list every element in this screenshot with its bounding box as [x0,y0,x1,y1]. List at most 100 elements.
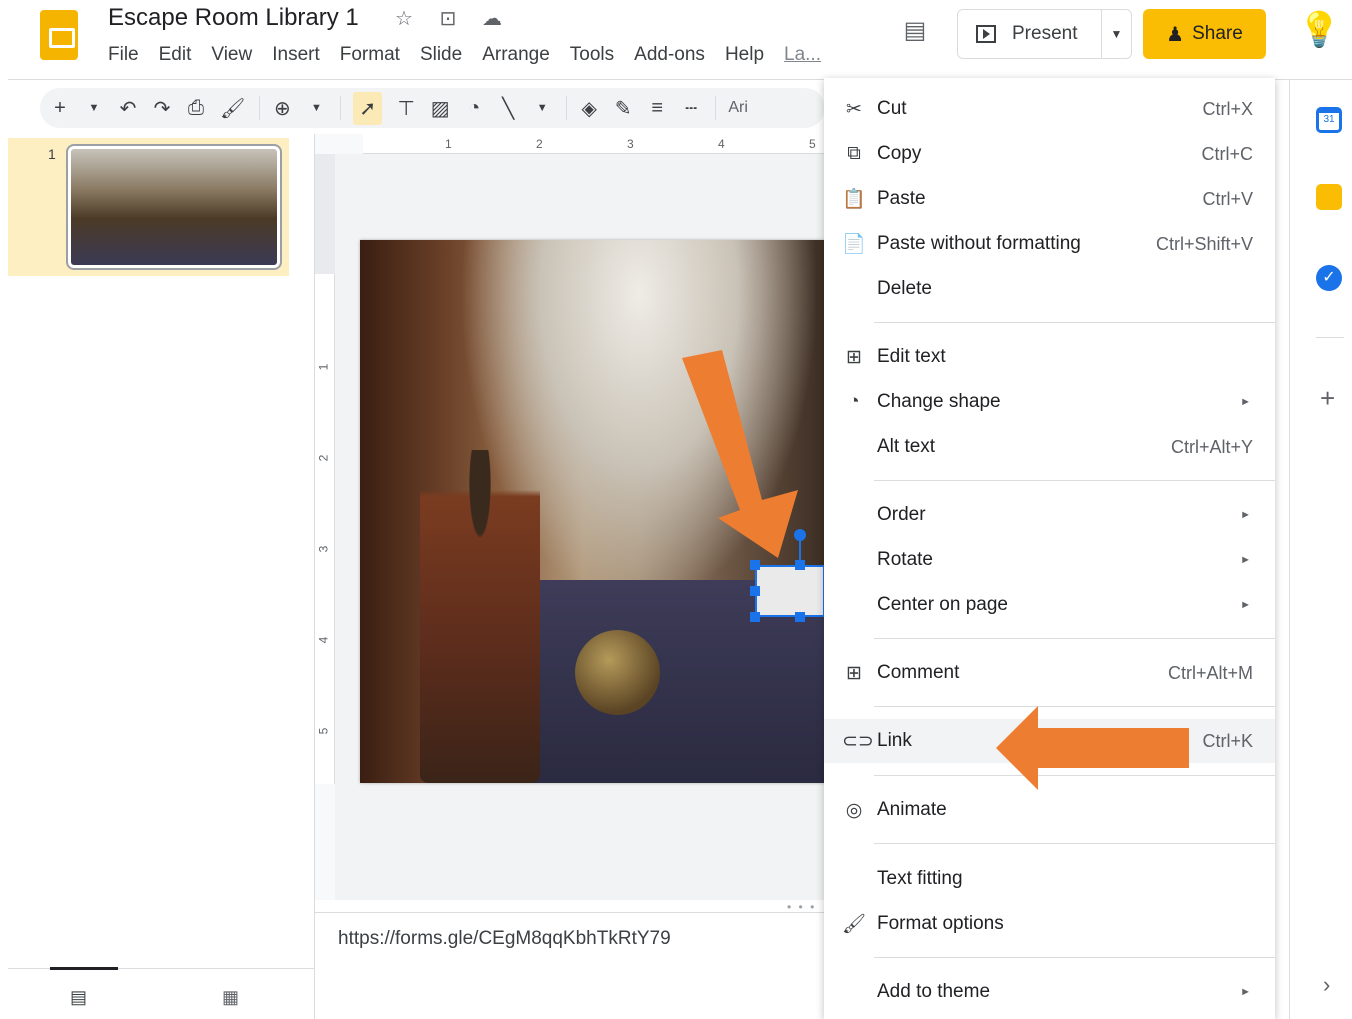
line-icon[interactable]: ╲ [498,96,518,121]
fill-color-icon[interactable]: ◈ [579,96,599,121]
grid-view-icon[interactable]: ▦ [222,987,239,1008]
zoom-icon[interactable]: ⊕ [272,96,292,121]
menu-last-edit[interactable]: La... [784,44,821,66]
present-button[interactable]: Present [958,10,1102,58]
menu-insert[interactable]: Insert [272,44,320,66]
slides-logo-icon[interactable] [40,10,78,60]
menu-item-label: Change shape [877,391,1001,412]
menu-arrange[interactable]: Arrange [482,44,550,66]
redo-icon[interactable]: ↷ [152,96,172,121]
ruler-tick: 2 [536,137,543,151]
ruler-tick: 2 [316,454,331,462]
menu-tools[interactable]: Tools [570,44,614,66]
undo-icon[interactable]: ↶ [118,96,138,121]
side-panel: 31 ✓ + › [1289,80,1352,1019]
new-slide-icon[interactable]: + [50,97,70,120]
font-selector[interactable]: Ari [728,99,748,117]
link-icon: ⊂⊃ [842,730,874,752]
menu-item-comment[interactable]: ⊞ Comment Ctrl+Alt+M [824,651,1275,695]
share-button[interactable]: ♟ Share [1143,9,1266,59]
get-addons-icon[interactable]: + [1320,383,1335,414]
menu-item-paste-without-formatting[interactable]: 📄 Paste without formatting Ctrl+Shift+V [824,222,1275,266]
ruler-tick: 5 [809,137,816,151]
menu-item-cut[interactable]: ✂ Cut Ctrl+X [824,87,1275,131]
menu-item-label: Add to theme [877,981,991,1002]
toolbar: + ▼ ↶ ↷ ⎙ 🖌 ⊕ ▼ ➚ ⊤ ▨ ◔ ╲ ▼ ◈ ✎ ≡ ┄ Ari [40,88,825,128]
menu-item-edit-text[interactable]: ⊞ Edit text [824,335,1275,379]
text-box-icon[interactable]: ⊤ [396,96,416,121]
print-icon[interactable]: ⎙ [186,97,206,120]
present-dropdown-icon[interactable]: ▼ [1102,27,1131,41]
lightbulb-icon[interactable]: 💡 [1298,10,1340,50]
menu-item-label: Animate [877,799,947,820]
menu-file[interactable]: File [108,44,139,66]
expand-panel-icon[interactable]: › [1323,972,1330,998]
present-label: Present [1012,23,1078,44]
horizontal-ruler[interactable]: 1 2 3 4 5 [363,134,825,154]
filmstrip: 1 ▤ ▦ [8,138,314,1019]
vertical-ruler[interactable]: 1 2 3 4 5 [315,274,335,784]
rotation-handle[interactable] [794,529,806,541]
document-title[interactable]: Escape Room Library 1 [108,4,359,32]
selected-shape[interactable] [755,565,825,617]
view-switcher: ▤ ▦ [8,967,314,1019]
menu-item-alt-text[interactable]: Alt text Ctrl+Alt+Y [824,425,1275,469]
menu-item-delete[interactable]: Delete [824,267,1275,311]
menu-divider [874,843,1275,844]
menu-item-copy[interactable]: ⧉ Copy Ctrl+C [824,132,1275,176]
comment-history-icon[interactable]: ▤ [898,16,932,46]
resize-handle[interactable] [750,586,760,596]
zoom-dropdown-icon[interactable]: ▼ [306,102,326,114]
menu-item-shortcut: Ctrl+K [1202,730,1253,751]
image-icon[interactable]: ▨ [430,96,450,121]
menu-item-label: Order [877,504,926,525]
annotation-arrow-down [682,350,798,558]
move-to-folder-icon[interactable]: ⊡ [432,6,464,31]
slide-thumbnail[interactable] [66,144,282,270]
paint-format-icon[interactable]: 🖌 [220,96,245,121]
menu-edit[interactable]: Edit [159,44,192,66]
tasks-icon[interactable]: ✓ [1316,265,1342,291]
menu-item-change-shape[interactable]: ◔ Change shape ► [824,380,1275,424]
menu-item-order[interactable]: Order ► [824,493,1275,537]
resize-handle[interactable] [750,612,760,622]
menu-item-label: Edit text [877,346,946,367]
toolbar-divider [715,96,717,120]
menu-item-animate[interactable]: ◎ Animate [824,788,1275,832]
menu-item-rotate[interactable]: Rotate ► [824,538,1275,582]
star-icon[interactable]: ☆ [388,6,420,31]
border-color-icon[interactable]: ✎ [613,96,633,121]
calendar-icon[interactable]: 31 [1316,107,1342,133]
border-dash-icon[interactable]: ┄ [681,96,701,121]
border-weight-icon[interactable]: ≡ [647,97,667,120]
annotation-arrow-left [996,706,1189,790]
select-icon[interactable]: ➚ [353,91,383,125]
menu-item-format-options[interactable]: 🖌 Format options [824,902,1275,946]
cloud-saved-icon[interactable]: ☁ [476,6,508,31]
resize-handle[interactable] [795,560,805,570]
line-dropdown-icon[interactable]: ▼ [532,102,552,114]
new-slide-dropdown-icon[interactable]: ▼ [84,102,104,114]
menu-help[interactable]: Help [725,44,764,66]
shape-icon[interactable]: ◔ [464,97,484,120]
submenu-arrow-icon: ► [1240,509,1251,521]
menu-view[interactable]: View [211,44,252,66]
menu-slide[interactable]: Slide [420,44,462,66]
menu-item-paste[interactable]: 📋 Paste Ctrl+V [824,177,1275,221]
filmstrip-view-icon[interactable]: ▤ [70,987,87,1008]
menu-item-center-on-page[interactable]: Center on page ► [824,583,1275,627]
keep-icon[interactable] [1316,184,1342,210]
menu-item-add-to-theme[interactable]: Add to theme ► [824,970,1275,1014]
menu-bar: File Edit View Insert Format Slide Arran… [108,44,841,66]
submenu-arrow-icon: ► [1240,986,1251,998]
menu-item-text-fitting[interactable]: Text fitting [824,857,1275,901]
resize-handle[interactable] [750,560,760,570]
ruler-tick: 1 [445,137,452,151]
menu-format[interactable]: Format [340,44,400,66]
speaker-notes[interactable]: https://forms.gle/CEgM8qqKbhTkRtY79 [338,928,671,950]
resize-handle[interactable] [795,612,805,622]
slide-thumbnail-row[interactable]: 1 [8,138,289,276]
slide[interactable] [360,240,825,783]
menu-addons[interactable]: Add-ons [634,44,705,66]
vertical-ruler-margin [315,154,335,274]
